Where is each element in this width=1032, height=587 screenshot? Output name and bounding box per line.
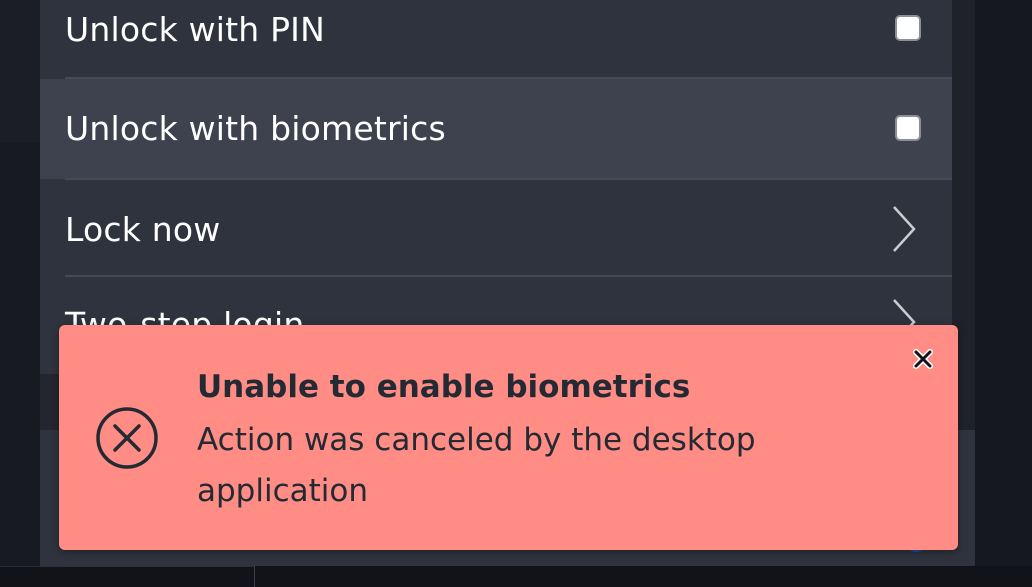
close-button[interactable] (909, 345, 937, 373)
settings-row-label: Unlock with biometrics (65, 109, 446, 148)
settings-row-lock-now[interactable]: Lock now (40, 180, 952, 275)
settings-row-unlock-biometrics[interactable]: Unlock with biometrics (40, 79, 952, 179)
error-toast: Unable to enable biometrics Action was c… (59, 325, 958, 550)
settings-row-label: Lock now (65, 210, 221, 249)
settings-row-unlock-pin[interactable]: Unlock with PIN (40, 0, 952, 78)
settings-row-label: Unlock with PIN (65, 10, 325, 49)
background-divider (0, 566, 254, 567)
background-divider (254, 566, 255, 587)
background-panel (0, 142, 40, 567)
background-strip (0, 566, 1032, 587)
toast-title: Unable to enable biometrics (197, 369, 691, 405)
error-circle-icon (96, 407, 158, 469)
close-icon (913, 349, 933, 369)
toast-message: Action was canceled by the desktop appli… (197, 422, 756, 509)
unlock-pin-checkbox[interactable] (895, 15, 921, 41)
background-panel (0, 0, 40, 142)
chevron-right-icon (893, 206, 916, 252)
unlock-biometrics-checkbox[interactable] (895, 115, 921, 141)
